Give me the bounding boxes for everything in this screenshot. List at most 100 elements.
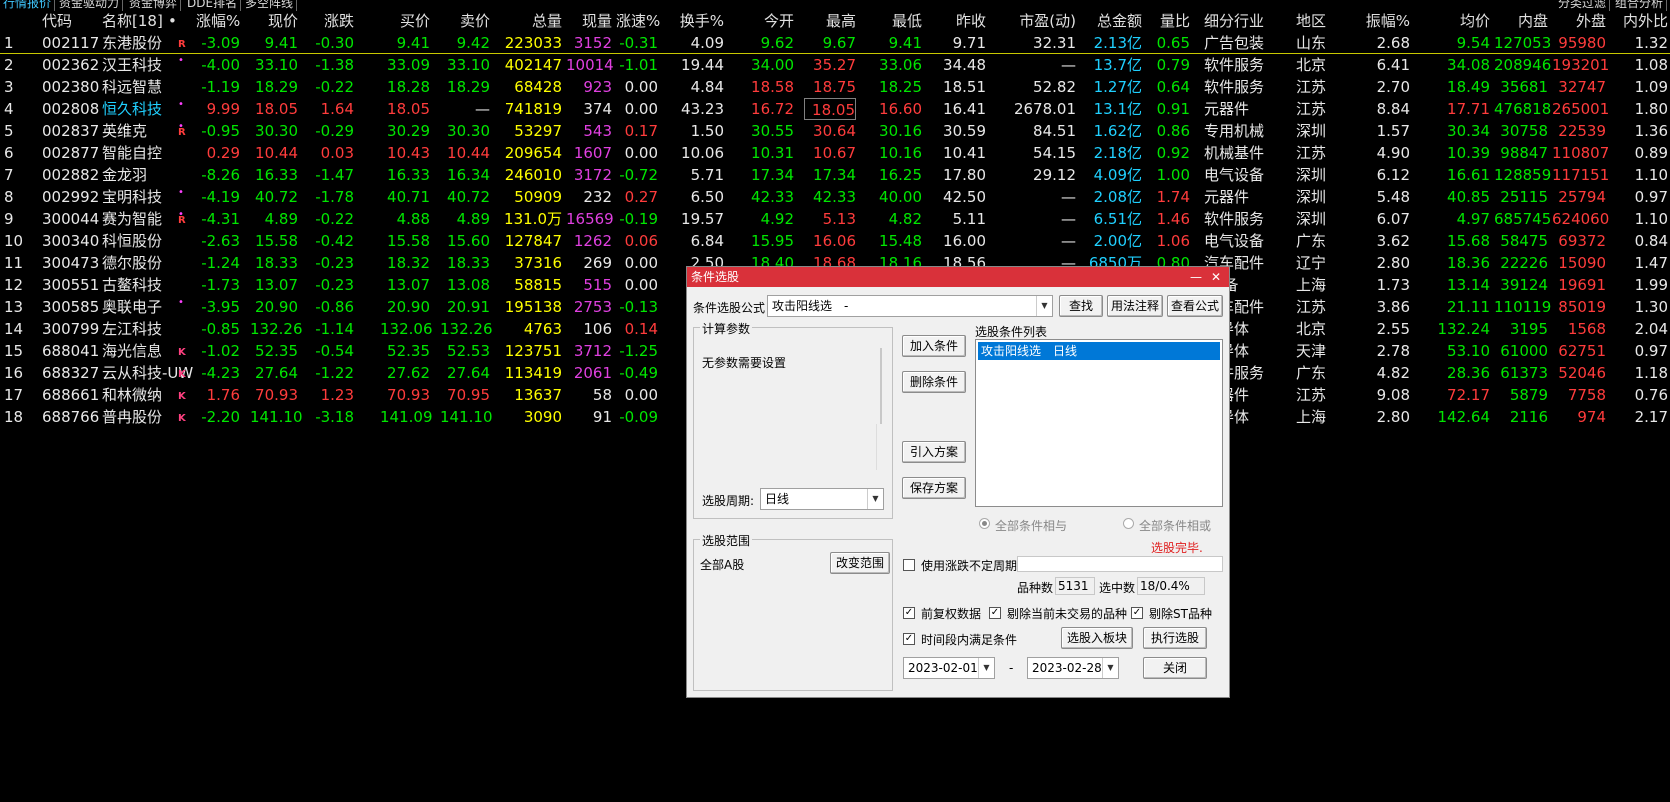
header-pe-ratio[interactable]: 市盈(动): [996, 10, 1076, 32]
prior-adjust-checkbox[interactable]: ✓: [903, 607, 915, 619]
header-stock-code[interactable]: 代码: [42, 10, 104, 32]
average-price: 132.24: [1437, 320, 1491, 338]
date-separator: -: [1009, 661, 1014, 675]
volume: 741819: [504, 100, 562, 118]
table-row[interactable]: 3 002380 科远智慧 -1.19 18.29 -0.22 18.28 18.29 6842…: [0, 76, 1670, 98]
formula-select[interactable]: 攻击阳线选 - ▼: [767, 295, 1053, 317]
stock-code: 688041: [42, 342, 100, 360]
header-bid[interactable]: 买价: [380, 10, 430, 32]
header-average-price[interactable]: 均价: [1436, 10, 1490, 32]
minimize-icon[interactable]: —: [1187, 267, 1205, 287]
inner-volume: 25115: [1500, 188, 1548, 206]
delete-condition-button[interactable]: 删除条件: [902, 371, 966, 393]
outer-volume: 19691: [1558, 276, 1606, 294]
inner-outer-ratio: 1.09: [1634, 78, 1668, 96]
outer-volume: 52046: [1558, 364, 1606, 382]
stock-code: 300551: [42, 276, 100, 294]
speed: -1.25: [619, 342, 658, 360]
condition-list[interactable]: 攻击阳线选 日线: [975, 339, 1223, 507]
exclude-st-checkbox[interactable]: ✓: [1131, 607, 1143, 619]
table-row[interactable]: 7 002882 金龙羽 -8.26 16.33 -1.47 16.33 16.34 24601…: [0, 164, 1670, 186]
date-from-picker[interactable]: 2023-02-01 ▼: [903, 657, 995, 679]
price: 30.30: [255, 122, 298, 140]
radio-or[interactable]: [1123, 518, 1134, 529]
turnover: 43.23: [681, 100, 724, 118]
industry: 元器件: [1204, 100, 1250, 118]
table-row[interactable]: 1 002117 东港股份 -3.09 9.41 -0.30 9.41 9.42 223033 3…: [0, 32, 1670, 54]
find-button[interactable]: 查找: [1059, 295, 1103, 317]
stock-code: 002117: [42, 34, 100, 52]
table-row[interactable]: 2 002362 汉王科技 -4.00 33.10 -1.38 33.09 33.10 4021…: [0, 54, 1670, 76]
table-row[interactable]: 9 300044 赛为智能 -4.31 4.89 -0.22 4.88 4.89 131.0万 1…: [0, 208, 1670, 230]
header-dot-column: •: [168, 12, 177, 30]
table-row[interactable]: 10 300340 科恒股份 -2.63 15.58 -0.42 15.58 15.60 127…: [0, 230, 1670, 252]
scope-group-label: 选股范围: [700, 532, 753, 549]
low: 9.41: [888, 34, 922, 52]
header-volume[interactable]: 总量: [500, 10, 562, 32]
volume: 223033: [504, 34, 562, 52]
header-region[interactable]: 地区: [1296, 10, 1336, 32]
amplitude: 6.12: [1376, 166, 1410, 184]
close-button[interactable]: 关闭: [1143, 657, 1207, 679]
exclude-notrade-checkbox[interactable]: ✓: [989, 607, 1001, 619]
low: 18.25: [879, 78, 922, 96]
pe-ratio: 32.31: [1033, 34, 1076, 52]
header-current-volume[interactable]: 现量: [566, 10, 612, 32]
ask: 9.42: [456, 34, 490, 52]
header-speed[interactable]: 涨速%: [616, 10, 660, 32]
header-prev-close[interactable]: 昨收: [930, 10, 986, 32]
date-to-picker[interactable]: 2023-02-28 ▼: [1027, 657, 1119, 679]
save-plan-button[interactable]: 保存方案: [902, 477, 966, 499]
add-condition-button[interactable]: 加入条件: [902, 335, 966, 357]
stock-code: 002380: [42, 78, 100, 96]
prior-adjust-label: 前复权数据: [921, 607, 982, 621]
header-turnover[interactable]: 换手%: [676, 10, 724, 32]
run-screen-button[interactable]: 执行选股: [1143, 627, 1207, 649]
low: 33.06: [879, 56, 922, 74]
header-inner-volume[interactable]: 内盘: [1494, 10, 1548, 32]
ask: 10.44: [447, 144, 490, 162]
header-amount[interactable]: 总金额: [1080, 10, 1142, 32]
table-row[interactable]: 5 002837 英维克 -0.95 30.30 -0.29 30.29 30.30 53297…: [0, 120, 1670, 142]
amplitude: 2.78: [1376, 342, 1410, 360]
change-scope-button[interactable]: 改变范围: [830, 552, 890, 574]
stock-name: 赛为智能: [102, 210, 163, 228]
add-to-block-button[interactable]: 选股入板块: [1061, 627, 1133, 649]
region: 上海: [1296, 276, 1327, 294]
radio-and[interactable]: [979, 518, 990, 529]
period-input[interactable]: [1017, 556, 1223, 572]
import-plan-button[interactable]: 引入方案: [902, 441, 966, 463]
table-row[interactable]: 8 002992 宝明科技 -4.19 40.72 -1.78 40.71 40.72 5090…: [0, 186, 1670, 208]
current-volume: 2753: [573, 298, 612, 316]
header-price[interactable]: 现价: [250, 10, 298, 32]
speed: 0.00: [624, 78, 658, 96]
ask: 52.53: [447, 342, 490, 360]
close-icon[interactable]: ✕: [1207, 267, 1225, 287]
use-period-checkbox[interactable]: [903, 559, 915, 571]
header-ask[interactable]: 卖价: [440, 10, 490, 32]
table-row[interactable]: 6 002877 智能自控 0.29 10.44 0.03 10.43 10.44 209654…: [0, 142, 1670, 164]
bid: 141.09: [380, 408, 433, 426]
speed: -0.19: [619, 210, 658, 228]
header-amplitude[interactable]: 振幅%: [1354, 10, 1410, 32]
change-pct: 9.99: [206, 100, 240, 118]
amount: 6.51亿: [1093, 210, 1142, 228]
header-change[interactable]: 涨跌: [310, 10, 354, 32]
header-volume-ratio[interactable]: 量比: [1148, 10, 1190, 32]
list-item[interactable]: 攻击阳线选 日线: [978, 342, 1220, 360]
view-formula-button[interactable]: 查看公式: [1167, 295, 1223, 317]
header-high[interactable]: 最高: [804, 10, 856, 32]
header-open[interactable]: 今开: [744, 10, 794, 32]
time-range-checkbox[interactable]: ✓: [903, 633, 915, 645]
params-scrollbar[interactable]: [880, 348, 882, 424]
header-change-pct[interactable]: 涨幅%: [196, 10, 240, 32]
stock-name: 金龙羽: [102, 166, 148, 184]
header-outer-volume[interactable]: 外盘: [1552, 10, 1606, 32]
period-select[interactable]: 日线 ▼: [760, 488, 884, 510]
header-industry[interactable]: 细分行业: [1204, 10, 1284, 32]
table-row[interactable]: 4 002808 恒久科技 9.99 18.05 1.64 18.05 — 741819 374 0…: [0, 98, 1670, 120]
pe-ratio: —: [1061, 232, 1076, 250]
usage-notes-button[interactable]: 用法注释: [1107, 295, 1163, 317]
header-low[interactable]: 最低: [868, 10, 922, 32]
header-inner-outer-ratio[interactable]: 内外比: [1612, 10, 1668, 32]
